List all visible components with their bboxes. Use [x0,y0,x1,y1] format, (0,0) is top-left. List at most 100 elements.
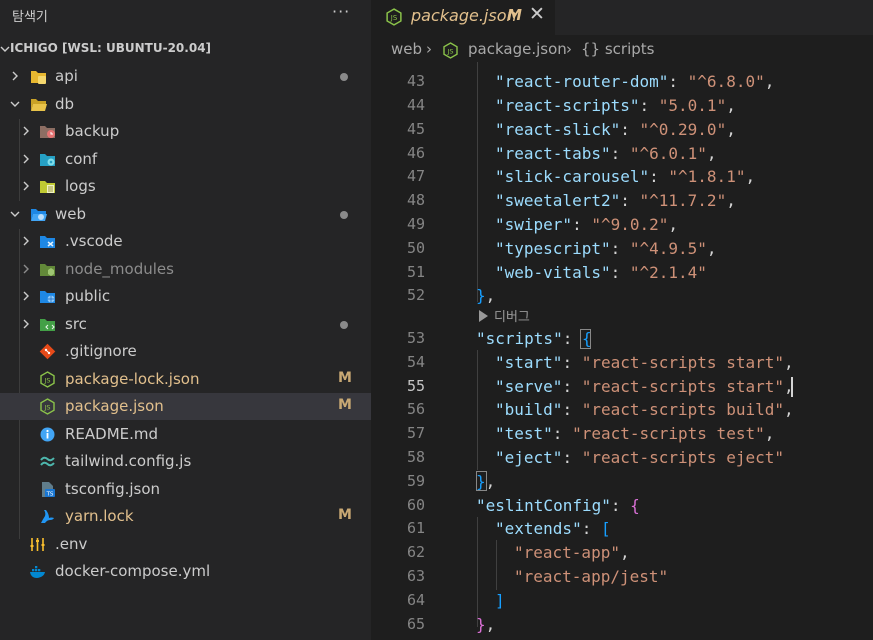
tree-item-label: package.json [65,397,164,415]
modified-indicator [340,73,348,81]
tree-item-env[interactable]: .env [0,531,371,558]
code-line: }, [476,472,496,491]
line-number: 53 [406,329,425,347]
code-line: "react-scripts": "5.0.1", [495,96,736,115]
svg-text:JS: JS [446,48,453,56]
folder-open-icon [31,99,47,111]
tree-item-public[interactable]: public [0,283,371,310]
tree-item-label: tailwind.config.js [65,452,192,470]
git-icon [39,343,56,360]
line-number: 61 [406,519,425,537]
code-line: "eslintConfig": { [476,496,640,515]
folder-node-icon [40,264,55,276]
code-line: "typescript": "^4.9.5", [495,239,717,258]
tailwind-icon [40,456,55,467]
code-line: "eject": "react-scripts eject" [495,448,784,467]
indent-guide [477,350,478,470]
tree-item-vscode[interactable]: .vscode [0,228,371,255]
tree-item-readme[interactable]: README.md [0,421,371,448]
codelens-debug[interactable]: 디버그 [479,306,530,325]
codelens-label: 디버그 [494,310,530,325]
tree-item-label: tsconfig.json [65,480,161,498]
tree-item-conf[interactable]: conf [0,146,371,173]
tree-item-docker-compose[interactable]: docker-compose.yml [0,558,371,585]
tree-item-label: .vscode [65,232,123,250]
git-status-badge: M [338,370,352,386]
line-number: 50 [406,239,425,257]
svg-text:JS: JS [390,14,397,22]
code-line: "swiper": "^9.0.2", [495,215,679,234]
line-number: 65 [406,615,425,633]
code-line: "build": "react-scripts build", [495,400,794,419]
line-number: 51 [406,263,425,281]
tree-item-yarn-lock[interactable]: yarn.lock M [0,503,371,530]
tree-item-label: db [55,95,75,113]
chevron-right-icon [23,126,29,136]
code-line: "sweetalert2": "^11.7.2", [495,191,736,210]
code-line: "scripts": { [476,329,592,348]
folder-api-icon [31,71,46,84]
tree-item-gitignore[interactable]: .gitignore [0,338,371,365]
code-line: }, [476,615,496,634]
tree-item-db[interactable]: db [0,91,371,118]
info-icon [40,427,55,442]
folder-config-icon [40,154,55,166]
tree-item-logs[interactable]: logs [0,173,371,200]
tree-item-label: .gitignore [65,342,137,360]
code-area[interactable]: 43 44 45 46 47 48 49 50 51 52 53 54 55 5… [371,62,873,640]
line-number: 62 [406,543,425,561]
tree-item-src[interactable]: src [0,311,371,338]
play-icon [479,310,488,322]
line-number: 57 [406,424,425,442]
tab-git-status: M [507,6,522,24]
nodejs-icon: JS [443,42,458,59]
tree-item-backup[interactable]: backup [0,118,371,145]
tree-item-web[interactable]: web [0,201,371,228]
nodejs-icon: JS [386,8,402,26]
workspace-header[interactable]: ICHIGO [WSL: UBUNTU-20.04] [0,38,371,60]
tsconfig-icon: TS [42,482,55,498]
code-line: }, [476,286,496,305]
docker-icon [30,566,45,578]
more-actions-icon[interactable]: ··· [332,2,350,21]
breadcrumb-folder[interactable]: web [391,40,422,58]
line-number: 59 [406,472,425,490]
chevron-down-icon [10,211,20,217]
tree-item-tsconfig[interactable]: TS tsconfig.json [0,476,371,503]
nodejs-icon: JS [40,371,55,388]
line-number: 45 [406,120,425,138]
chevron-right-icon [23,291,29,301]
modified-indicator [340,321,348,329]
code-line: "serve": "react-scripts start", [495,377,794,396]
line-number: 56 [406,400,425,418]
code-line: "react-slick": "^0.29.0", [495,120,736,139]
tree-item-tailwind-config[interactable]: tailwind.config.js [0,448,371,475]
tree-item-node-modules[interactable]: node_modules [0,256,371,283]
code-line: "test": "react-scripts test", [495,424,775,443]
breadcrumb-file[interactable]: package.json [468,40,567,58]
folder-logs-icon [40,181,55,193]
tree-item-label: web [55,205,87,223]
code-line: "start": "react-scripts start", [495,353,794,372]
svg-text:JS: JS [43,404,50,412]
close-icon[interactable]: ✕ [529,3,545,25]
tree-item-label: src [65,315,87,333]
tab-package-json[interactable]: JS package.json M ✕ [371,0,555,35]
tree-item-package-lock-json[interactable]: JS package-lock.json M [0,366,371,393]
indent-guide [477,517,478,627]
tree-item-label: README.md [65,425,159,443]
chevron-right-icon [23,181,29,191]
breadcrumb-symbol[interactable]: {} scripts [581,40,654,58]
line-number: 55 [406,377,425,395]
git-status-badge: M [338,397,352,413]
tree-item-api[interactable]: api [0,63,371,90]
tree-item-label: yarn.lock [65,507,134,525]
indent-guide [496,540,497,590]
indent-guide [477,62,478,302]
chevron-right-icon [12,71,18,81]
git-status-badge: M [338,507,352,523]
breadcrumb-separator-icon: › [566,40,572,58]
tree-item-label: node_modules [65,260,174,278]
tree-item-package-json[interactable]: JS package.json M [0,393,371,420]
folder-web-open-icon [31,209,47,221]
